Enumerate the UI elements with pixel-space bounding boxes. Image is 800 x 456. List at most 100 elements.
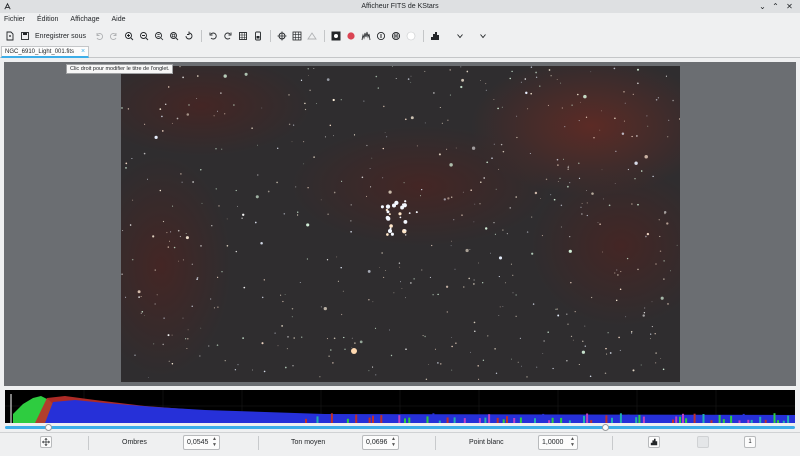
star (147, 178, 149, 180)
fits-image[interactable] (121, 66, 680, 382)
midtones-spinbox[interactable]: 0,0696 ▲ ▼ (362, 435, 399, 450)
zoom-in-icon[interactable] (122, 29, 136, 43)
star (637, 203, 639, 206)
menu-file[interactable]: Fichier (4, 16, 29, 23)
star-profile-icon[interactable] (359, 29, 373, 43)
star (237, 364, 239, 366)
star (480, 80, 481, 82)
histogram-panel[interactable] (5, 390, 795, 423)
menu-edit[interactable]: Édition (37, 16, 62, 23)
undo-icon[interactable] (92, 29, 106, 43)
star (526, 231, 529, 233)
spin-arrows-icon[interactable]: ▲ ▼ (212, 436, 217, 448)
histogram-bin (560, 417, 563, 423)
star (215, 188, 217, 190)
highlight-icon[interactable] (404, 29, 418, 43)
highlights-slider-handle[interactable] (602, 424, 610, 431)
globe-icon[interactable] (389, 29, 403, 43)
star (375, 75, 378, 78)
zoom-out-icon[interactable] (137, 29, 151, 43)
star (535, 71, 537, 74)
star (527, 108, 529, 110)
star (569, 182, 571, 184)
star (510, 358, 513, 360)
histogram-bin (418, 415, 421, 423)
minimize-button[interactable]: ⌄ (758, 2, 767, 11)
mark-stars-icon[interactable] (344, 29, 358, 43)
crosshair-icon[interactable] (275, 29, 289, 43)
menu-help[interactable]: Aide (111, 16, 129, 23)
statistics-icon[interactable] (236, 29, 250, 43)
chevron-down-icon[interactable] (476, 29, 490, 43)
star (451, 240, 452, 242)
rotate-icon[interactable] (182, 29, 196, 43)
histogram-bin (583, 415, 585, 423)
zoom-fit-icon[interactable] (167, 29, 181, 43)
redo-icon[interactable] (107, 29, 121, 43)
star (340, 266, 342, 269)
stretch-icon[interactable] (329, 29, 343, 43)
open-icon[interactable] (3, 29, 17, 43)
star (383, 276, 385, 278)
star (333, 191, 336, 194)
star (604, 372, 607, 375)
zoom-default-icon[interactable] (152, 29, 166, 43)
star (277, 345, 279, 347)
pixel-grid-icon[interactable] (290, 29, 304, 43)
move-icon[interactable] (40, 436, 52, 448)
star (185, 232, 187, 235)
toolbar-separator (422, 30, 424, 42)
spin-arrows-icon[interactable]: ▲ ▼ (570, 436, 575, 448)
star (188, 104, 190, 106)
objects-icon[interactable] (374, 29, 388, 43)
star (303, 163, 305, 165)
header-icon[interactable] (251, 29, 265, 43)
star (383, 105, 385, 108)
sampling-spinbox[interactable]: 1 (744, 436, 756, 448)
star (451, 345, 453, 348)
star (672, 99, 674, 102)
menu-view[interactable]: Affichage (70, 16, 103, 23)
save-icon[interactable] (18, 29, 32, 43)
star (601, 169, 603, 171)
star (631, 203, 633, 205)
stretch-toggle-button[interactable] (697, 436, 709, 448)
tab-fits-file[interactable]: NGC_6910_Light_001.fits × (1, 46, 90, 58)
histogram-bin (368, 417, 371, 423)
star (164, 103, 167, 106)
star (473, 279, 475, 281)
star (382, 177, 384, 179)
more-icon[interactable] (453, 29, 467, 43)
star (581, 350, 586, 354)
star (627, 168, 630, 171)
eq-grid-icon[interactable] (305, 29, 319, 43)
tab-close-icon[interactable]: × (81, 47, 85, 57)
fits-image-view[interactable] (4, 62, 796, 386)
star (490, 252, 491, 254)
shadows-slider-handle[interactable] (45, 424, 53, 431)
maximize-button[interactable]: ⌃ (771, 2, 780, 11)
rotate-cw-icon[interactable] (221, 29, 235, 43)
star (650, 333, 652, 335)
histogram-bin (316, 416, 319, 423)
star (284, 366, 287, 369)
star (495, 188, 497, 190)
stretch-range-slider[interactable] (5, 426, 795, 429)
star (320, 199, 322, 201)
star (470, 351, 471, 353)
save-as-button[interactable]: Enregistrer sous (35, 33, 86, 40)
histogram-bin (361, 415, 364, 423)
close-window-button[interactable]: ✕ (785, 2, 794, 11)
auto-stretch-button[interactable] (648, 436, 660, 448)
histogram-icon[interactable] (428, 29, 442, 43)
star (659, 235, 661, 237)
star (274, 332, 276, 334)
star (410, 75, 412, 77)
shadows-spinbox[interactable]: 0,0545 ▲ ▼ (183, 435, 220, 450)
star (582, 340, 584, 342)
spin-arrows-icon[interactable]: ▲ ▼ (391, 436, 396, 448)
highlights-spinbox[interactable]: 1,0000 ▲ ▼ (538, 435, 578, 450)
rotate-ccw-icon[interactable] (206, 29, 220, 43)
star (254, 221, 257, 224)
star (540, 198, 542, 200)
